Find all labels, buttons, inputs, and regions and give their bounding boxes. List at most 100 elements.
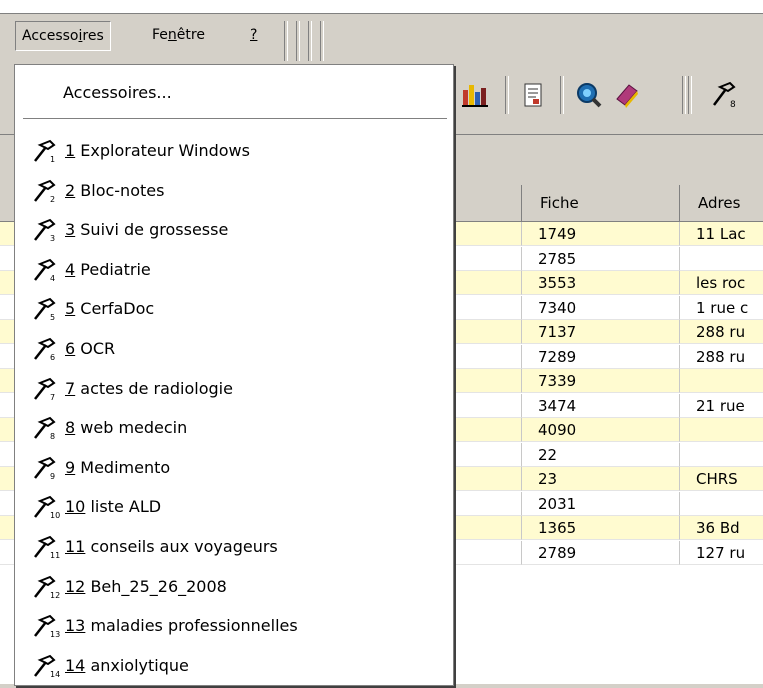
menu-grip (308, 21, 312, 61)
hammer-icon: 5 (31, 297, 61, 322)
menu-item-accessory[interactable]: 10 10 liste ALD (21, 492, 441, 522)
menu-item-accessory[interactable]: 8 8 web medecin (21, 413, 441, 443)
menu-item-accessory[interactable]: 5 5 CerfaDoc (21, 294, 441, 324)
toolbar-separator (505, 76, 509, 114)
menu-item-accessory[interactable]: 12 12 Beh_25_26_2008 (21, 572, 441, 602)
hammer-icon[interactable]: 8 (706, 78, 740, 112)
hammer-icon: 9 (31, 456, 61, 481)
cell-adresse[interactable] (680, 492, 763, 516)
menu-item-label: 14 anxiolytique (65, 655, 189, 675)
hammer-icon: 12 (31, 575, 61, 600)
cell-fiche[interactable]: 2031 (522, 491, 680, 516)
cell-adresse[interactable] (680, 418, 763, 442)
cell-adresse[interactable]: CHRS (680, 467, 763, 491)
menu-grip (320, 21, 324, 61)
menu-item-accessory[interactable]: 14 14 anxiolytique (21, 651, 441, 681)
menu-item-accessory[interactable]: 2 2 Bloc-notes (21, 176, 441, 206)
menu-item-accessory[interactable]: 6 6 OCR (21, 334, 441, 364)
hammer-icon: 10 (31, 495, 61, 520)
hammer-icon-number: 10 (50, 511, 60, 519)
menu-item-accessory[interactable]: 13 13 maladies professionnelles (21, 611, 441, 641)
cell-fiche[interactable]: 23 (522, 467, 680, 491)
cell-fiche[interactable]: 3474 (522, 393, 680, 418)
menu-item-accessory[interactable]: 9 9 Medimento (21, 453, 441, 483)
hammer-icon-number: 12 (50, 591, 60, 599)
cell-fiche[interactable]: 2789 (522, 540, 680, 565)
menu-item-label: 4 Pediatrie (65, 259, 151, 279)
cell-fiche[interactable]: 22 (522, 442, 680, 467)
document-icon[interactable] (516, 78, 550, 112)
menu-item-label: 2 Bloc-notes (65, 180, 165, 200)
title-strip (0, 0, 763, 14)
cell-fiche[interactable]: 7339 (522, 369, 680, 393)
menu-fenetre[interactable]: Fenêtre (146, 21, 211, 49)
hammer-icon: 14 (31, 654, 61, 679)
bar-chart-icon[interactable] (458, 78, 492, 112)
cell-adresse[interactable]: 288 ru (680, 345, 763, 369)
hammer-icon-number: 7 (50, 393, 55, 401)
cell-fiche[interactable]: 1365 (522, 516, 680, 540)
menu-item-accessory[interactable]: 11 11 conseils aux voyageurs (21, 532, 441, 562)
cell-adresse[interactable]: les roc (680, 271, 763, 295)
cell-fiche[interactable]: 7340 (522, 295, 680, 320)
cell-adresse[interactable] (680, 247, 763, 271)
menu-bar (0, 14, 763, 66)
hammer-icon-number: 8 (50, 432, 55, 440)
cell-adresse[interactable]: 1 rue c (680, 296, 763, 320)
cell-adresse[interactable]: 21 rue (680, 394, 763, 418)
hammer-icon-number: 11 (50, 551, 60, 559)
column-header-adresse[interactable]: Adres (680, 185, 763, 222)
toolbar-separator (682, 76, 686, 114)
menu-item-label: 5 CerfaDoc (65, 299, 155, 319)
menu-item-label: 9 Medimento (65, 457, 171, 477)
cell-adresse[interactable] (680, 369, 763, 393)
hammer-icon: 11 (31, 535, 61, 560)
hammer-icon: 2 (31, 179, 61, 204)
hammer-icon: 1 (31, 139, 61, 164)
column-header-fiche[interactable]: Fiche (522, 185, 680, 222)
cell-adresse[interactable] (680, 443, 763, 467)
menu-item-accessory[interactable]: 3 3 Suivi de grossesse (21, 215, 441, 245)
menu-item-accessory[interactable]: 4 4 Pediatrie (21, 255, 441, 285)
hammer-icon: 7 (31, 377, 61, 402)
cell-adresse[interactable]: 36 Bd (680, 516, 763, 540)
cell-fiche[interactable]: 3553 (522, 271, 680, 295)
hammer-icon-number: 4 (50, 274, 55, 282)
book-icon[interactable] (610, 78, 644, 112)
hammer-icon: 6 (31, 337, 61, 362)
cell-adresse[interactable]: 127 ru (680, 541, 763, 565)
hammer-icon: 4 (31, 258, 61, 283)
hammer-icon: 13 (31, 614, 61, 639)
menu-help[interactable]: ? (244, 21, 263, 49)
toolbar-separator (688, 76, 692, 114)
toolbar-separator (560, 76, 564, 114)
menu-item-accessory[interactable]: 1 1 Explorateur Windows (21, 136, 441, 166)
menu-item-accessory[interactable]: 7 7 actes de radiologie (21, 374, 441, 404)
cell-fiche[interactable]: 7289 (522, 344, 680, 369)
menu-item-accessoires-manage[interactable]: Accessoires... (63, 83, 172, 102)
menu-item-label: 1 Explorateur Windows (65, 141, 250, 160)
menu-separator-highlight (23, 119, 447, 120)
hammer-icon: 8 (31, 416, 61, 441)
menu-grip (284, 21, 288, 61)
menu-item-label: 7 actes de radiologie (65, 378, 233, 398)
hammer-icon-number: 3 (50, 234, 55, 242)
menu-item-label: 11 conseils aux voyageurs (65, 537, 278, 556)
hammer-icon-number: 13 (50, 630, 60, 638)
magnify-globe-icon[interactable] (572, 78, 606, 112)
cell-fiche[interactable]: 4090 (522, 418, 680, 442)
menu-item-label: 3 Suivi de grossesse (65, 220, 229, 240)
cell-fiche[interactable]: 2785 (522, 246, 680, 271)
menu-accessoires[interactable]: Accessoires (15, 21, 111, 51)
accessoires-dropdown: Accessoires... 1 1 Explorateur Windows 2 2 … (14, 64, 454, 686)
cell-fiche[interactable]: 1749 (522, 222, 680, 246)
menu-item-label: 10 liste ALD (65, 497, 162, 517)
hammer-icon-number: 6 (50, 353, 55, 361)
hammer-icon-number: 9 (50, 472, 55, 480)
cell-adresse[interactable]: 288 ru (680, 320, 763, 344)
cell-adresse[interactable]: 11 Lac (680, 222, 763, 246)
svg-text:8: 8 (730, 100, 736, 109)
menu-item-label: 6 OCR (65, 339, 116, 358)
hammer-icon: 3 (31, 218, 61, 243)
cell-fiche[interactable]: 7137 (522, 320, 680, 344)
